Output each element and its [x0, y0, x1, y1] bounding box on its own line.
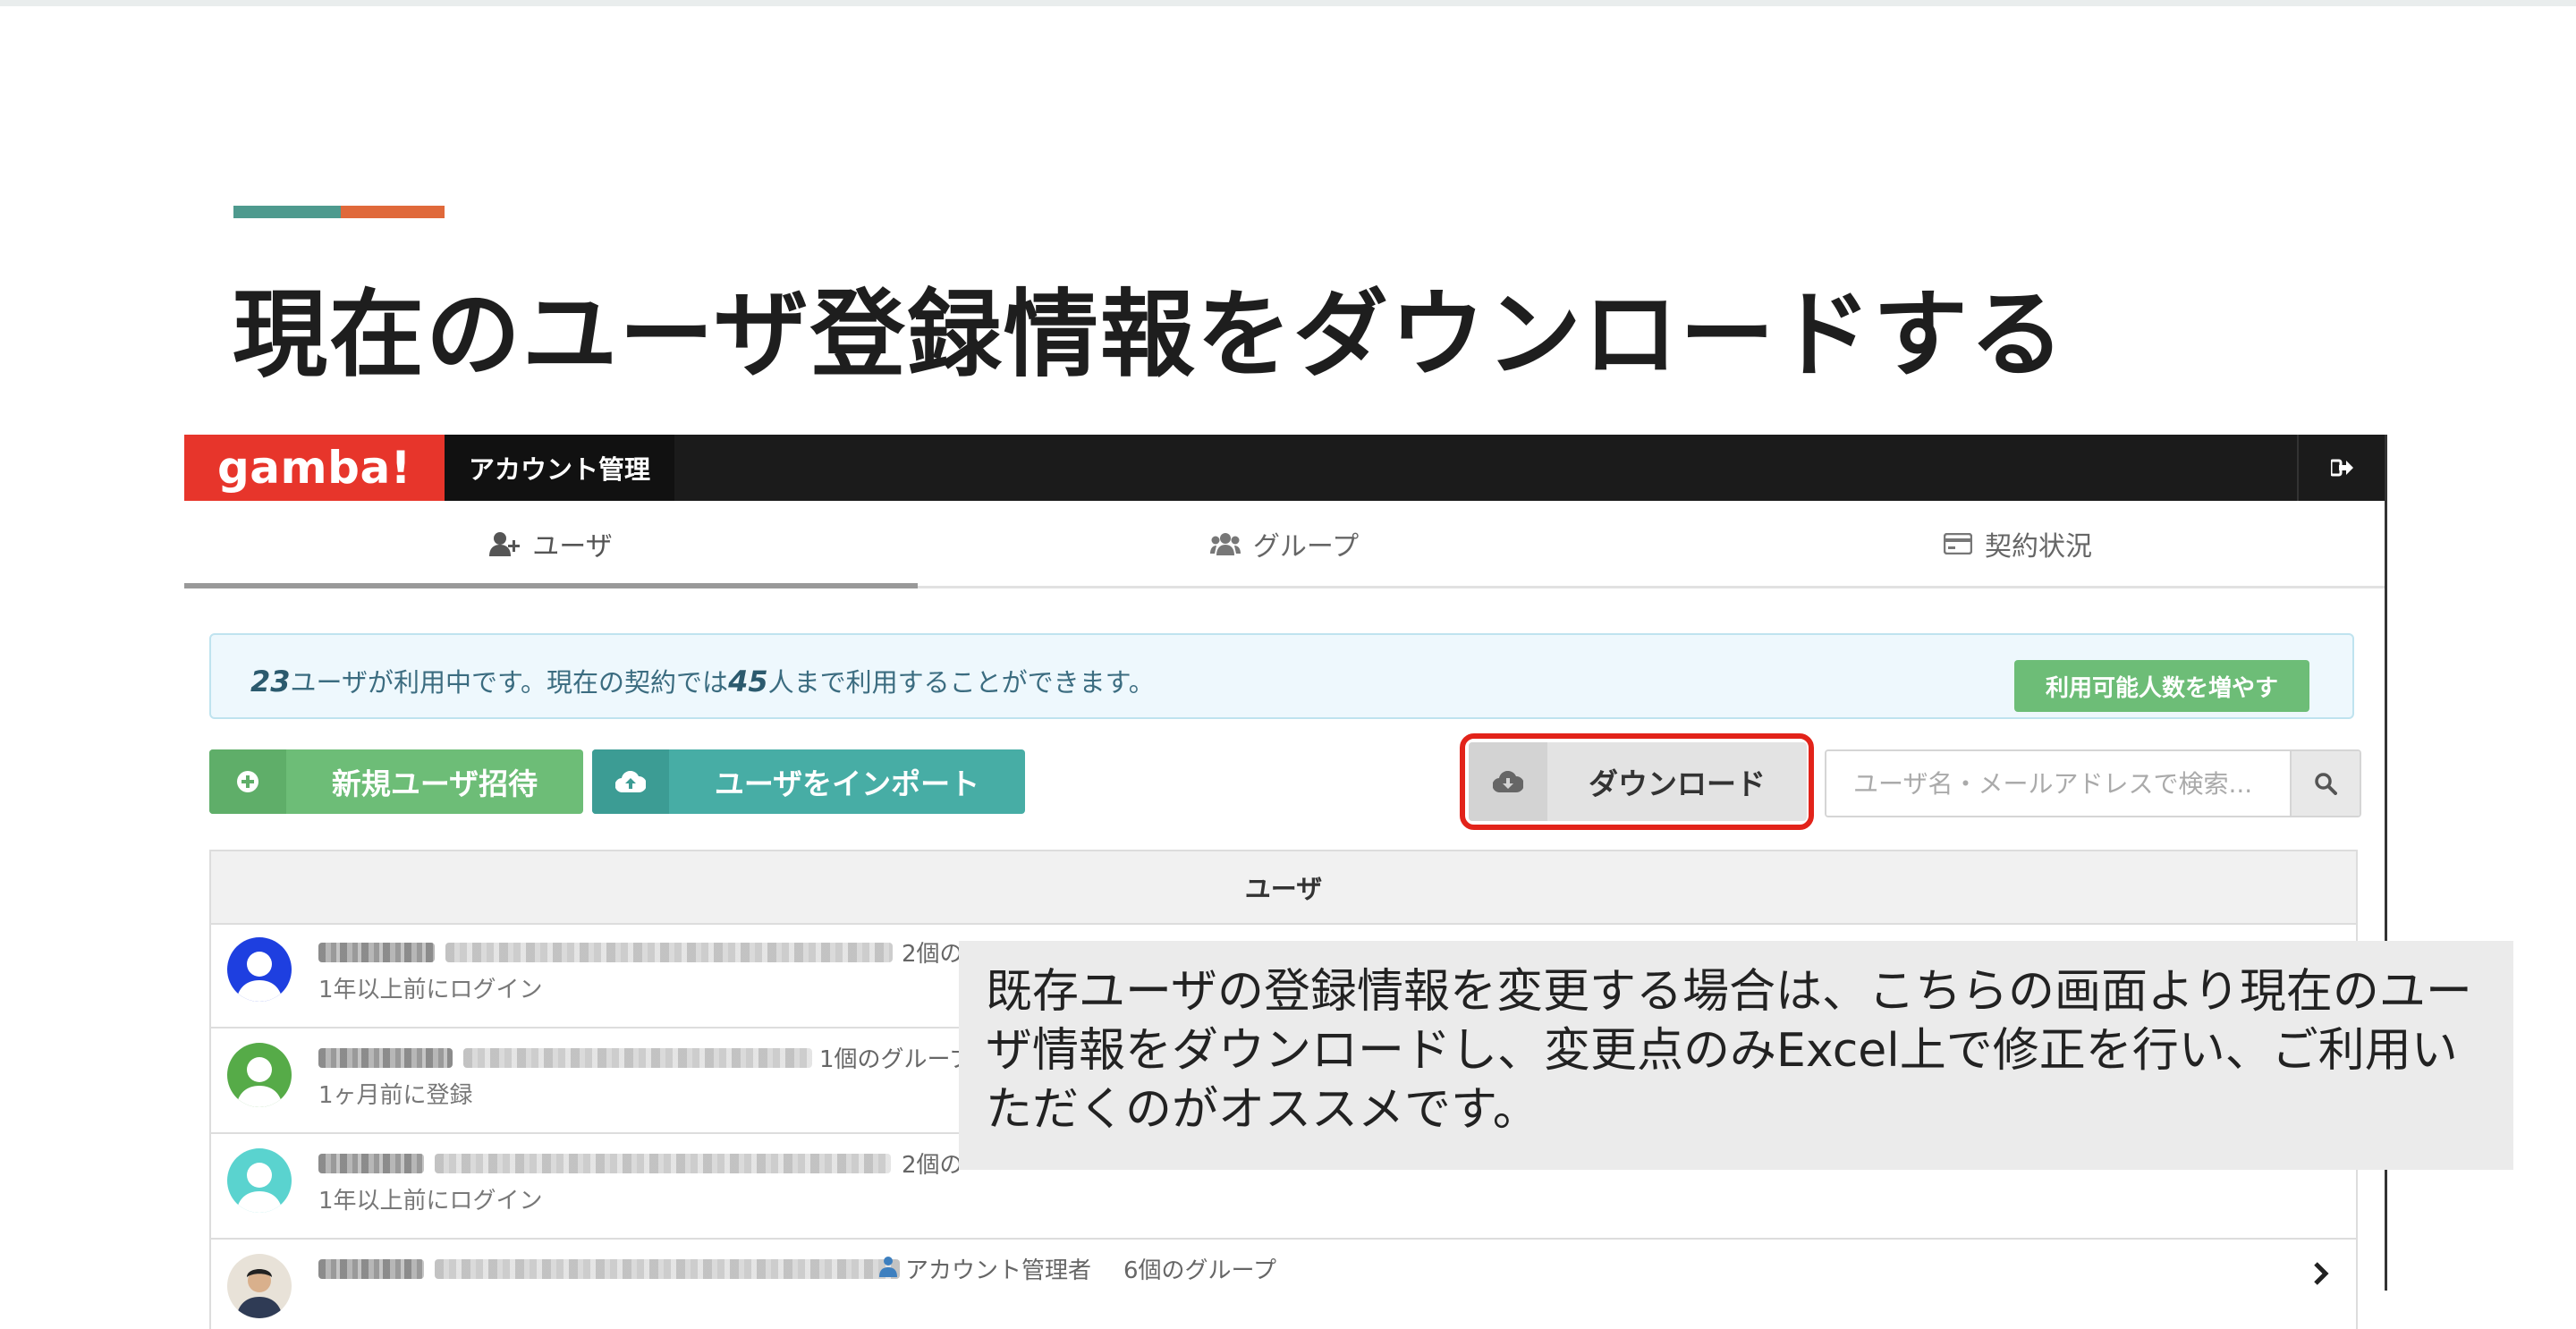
- search-icon: [2315, 773, 2337, 795]
- nav-title[interactable]: アカウント管理: [445, 435, 674, 501]
- increase-seats-button[interactable]: 利用可能人数を増やす: [2014, 660, 2309, 712]
- tab-contract[interactable]: 契約状況: [1651, 501, 2385, 586]
- group-count: 1個のグループ: [819, 1046, 972, 1073]
- user-search: [1825, 749, 2361, 817]
- search-button[interactable]: [2290, 751, 2360, 816]
- blurred-name: [318, 1048, 453, 1068]
- blurred-name: [318, 1259, 424, 1279]
- sign-out-icon[interactable]: [2297, 435, 2386, 501]
- max-users-count: 45: [728, 664, 768, 698]
- tab-users[interactable]: ユーザ: [184, 501, 918, 586]
- slide-title: 現在のユーザ登録情報をダウンロードする: [233, 280, 2066, 390]
- avatar: [227, 1148, 292, 1213]
- user-plus-icon: [489, 531, 521, 556]
- avatar: [227, 1254, 292, 1318]
- usage-info-end: 人まで利用することができます。: [767, 667, 1155, 698]
- registered-time: 1ヶ月前に登録: [318, 1082, 473, 1109]
- usage-info-banner: 23ユーザが利用中です。現在の契約では45人まで利用することができます。 利用可…: [209, 633, 2354, 719]
- cloud-download-icon: [1469, 742, 1547, 821]
- tab-contract-label: 契約状況: [1985, 530, 2092, 563]
- import-users-label: ユーザをインポート: [714, 766, 980, 801]
- role-label: アカウント管理者: [905, 1257, 1092, 1284]
- navbar: gamba! アカウント管理: [184, 435, 2386, 501]
- credit-card-icon: [1944, 532, 1972, 554]
- blurred-email: [435, 1259, 900, 1279]
- table-row[interactable]: アカウント管理者 6個のグループ: [211, 1240, 2356, 1329]
- users-icon: [1209, 532, 1241, 555]
- table-header: ユーザ: [211, 851, 2356, 925]
- tab-groups-label: グループ: [1252, 530, 1360, 563]
- cloud-upload-icon: [592, 749, 669, 814]
- blurred-email: [435, 1154, 891, 1173]
- avatar: [227, 1043, 292, 1107]
- avatar: [227, 937, 292, 1002]
- usage-info-text: 23ユーザが利用中です。現在の契約では45人まで利用することができます。: [250, 662, 1155, 699]
- users-in-use-count: 23: [250, 664, 291, 698]
- usage-info-mid: ユーザが利用中です。現在の契約では: [290, 667, 729, 698]
- last-activity: 1年以上前にログイン: [318, 1188, 543, 1215]
- tab-groups[interactable]: グループ: [918, 501, 1651, 586]
- download-button[interactable]: ダウンロード: [1469, 742, 1807, 821]
- last-activity: 1年以上前にログイン: [318, 977, 543, 1003]
- title-accent-orange: [341, 206, 445, 218]
- search-input[interactable]: [1826, 751, 2292, 816]
- tabs: ユーザ グループ 契約状況: [184, 501, 2386, 588]
- chevron-right-icon[interactable]: [2313, 1261, 2329, 1286]
- annotation-text: 既存ユーザの登録情報を変更する場合は、こちらの画面より現在のユーザ情報をダウンロ…: [986, 965, 2472, 1137]
- download-label: ダウンロード: [1589, 766, 1766, 801]
- annotation-callout: 既存ユーザの登録情報を変更する場合は、こちらの画面より現在のユーザ情報をダウンロ…: [959, 941, 2513, 1170]
- app-screenshot: gamba! アカウント管理 ユーザ グループ 契約状況 23 ユーザが利用中です…: [184, 435, 2386, 1329]
- tab-users-label: ユーザ: [532, 530, 613, 563]
- active-tab-indicator: [184, 583, 918, 588]
- plus-circle-icon: [209, 749, 286, 814]
- group-count: 2個の: [902, 941, 963, 968]
- admin-user-icon: [879, 1257, 897, 1277]
- import-users-button[interactable]: ユーザをインポート: [592, 749, 1025, 814]
- blurred-email: [445, 943, 893, 962]
- brand-logo[interactable]: gamba!: [184, 435, 445, 501]
- title-accent-teal: [233, 206, 341, 218]
- top-rule: [0, 0, 2576, 6]
- blurred-name: [318, 943, 435, 962]
- blurred-name: [318, 1154, 424, 1173]
- group-count: 6個のグループ: [1123, 1257, 1276, 1284]
- invite-user-button[interactable]: 新規ユーザ招待: [209, 749, 583, 814]
- blurred-email: [463, 1048, 812, 1068]
- group-count: 2個の: [902, 1152, 963, 1179]
- invite-user-label: 新規ユーザ招待: [331, 766, 538, 801]
